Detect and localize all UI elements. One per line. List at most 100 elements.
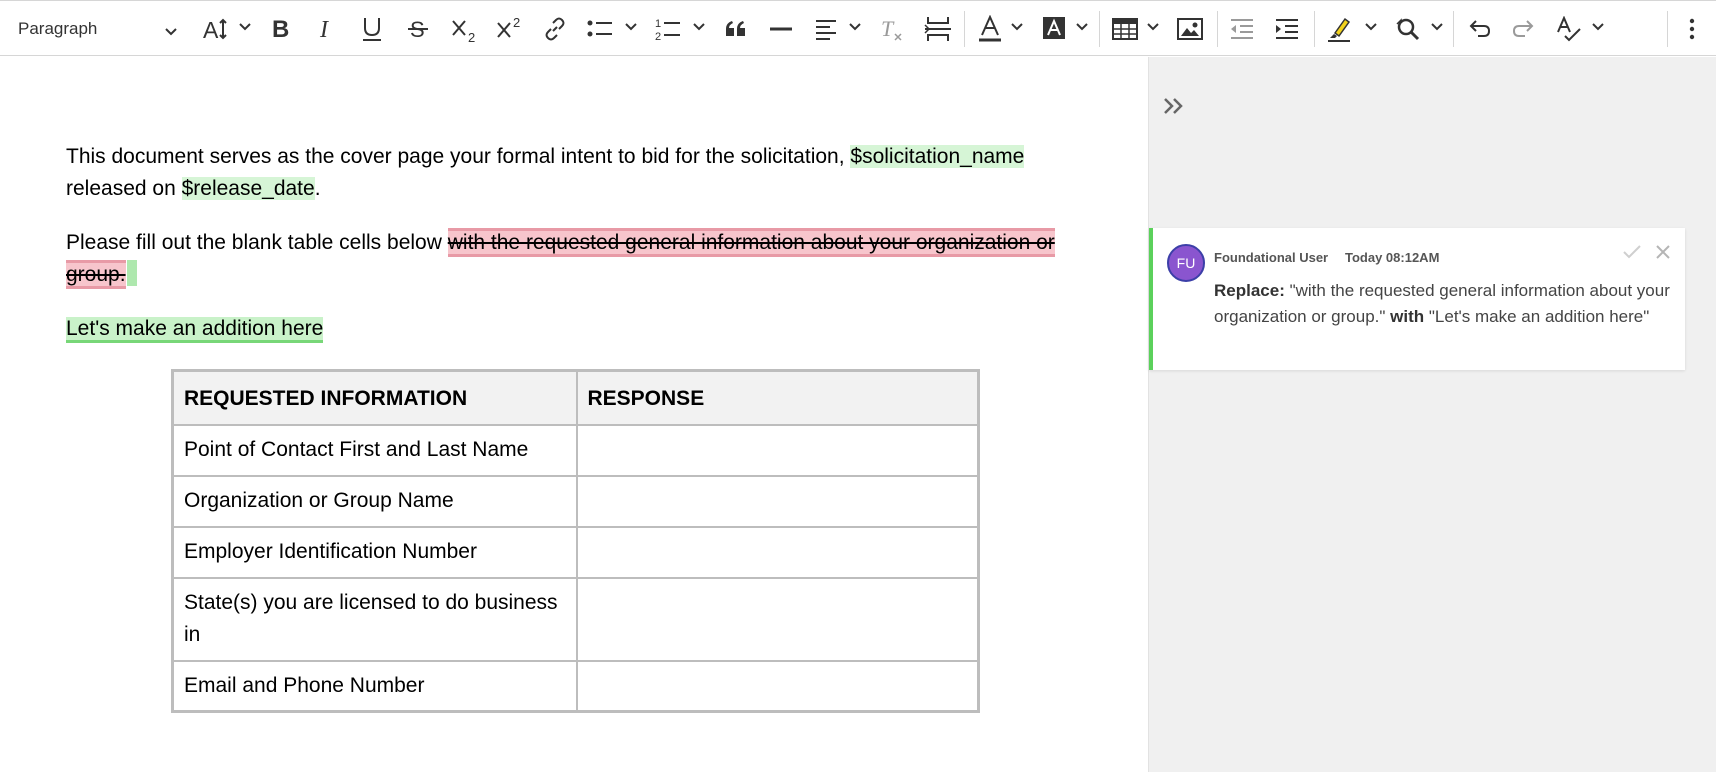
track-changes-button[interactable] [1554, 9, 1584, 49]
redo-button[interactable] [1509, 9, 1539, 49]
chevron-down-icon [1591, 20, 1605, 38]
svg-text:A: A [203, 17, 219, 42]
paragraph-style-dropdown[interactable]: Paragraph [8, 9, 184, 49]
intro-text: . [314, 177, 321, 200]
bold-button[interactable]: B [266, 9, 296, 49]
more-vertical-icon [1688, 17, 1696, 41]
horizontal-line-button[interactable] [765, 9, 797, 49]
response-cell[interactable] [575, 576, 980, 662]
image-icon [1177, 17, 1203, 41]
double-chevron-right-icon [1162, 95, 1186, 122]
svg-text:I: I [319, 17, 329, 42]
suggestion-new-text: "Let's make an addition here" [1424, 307, 1650, 326]
svg-text:T: T [881, 16, 895, 41]
block-quote-button[interactable] [721, 9, 751, 49]
checkmark-icon [1622, 244, 1642, 265]
subscript-icon: 2 [450, 15, 480, 43]
document-editor[interactable]: This document serves as the cover page y… [0, 57, 1148, 772]
paragraph-instructions: Please fill out the blank table cells be… [66, 227, 1086, 291]
chevron-down-icon [692, 20, 706, 38]
underline-icon [360, 15, 384, 43]
highlight-button[interactable] [1324, 9, 1354, 49]
table-row: Email and Phone Number [171, 659, 980, 713]
spellcheck-icon [1556, 16, 1582, 42]
response-cell[interactable] [575, 659, 980, 713]
collapse-sidebar-button[interactable] [1159, 93, 1189, 123]
table-header-cell[interactable]: REQUESTED INFORMATION [171, 369, 578, 426]
table-cell[interactable]: Employer Identification Number [171, 525, 578, 579]
highlight-dropdown[interactable] [1364, 9, 1378, 49]
font-background-color-button[interactable] [1039, 9, 1069, 49]
italic-button[interactable]: I [311, 9, 341, 49]
avatar: FU [1167, 244, 1205, 282]
intro-text: released on [66, 177, 182, 200]
undo-icon [1466, 18, 1492, 40]
discard-suggestion-button[interactable] [1651, 242, 1675, 266]
response-cell[interactable] [575, 423, 980, 477]
superscript-icon: 2 [495, 15, 525, 43]
text-size-icon: A [202, 16, 232, 42]
strikethrough-icon: S [406, 16, 430, 42]
insert-image-button[interactable] [1174, 9, 1206, 49]
font-background-icon [1042, 16, 1066, 42]
page-break-button[interactable] [922, 9, 954, 49]
suggestion-timestamp: Today 08:12AM [1345, 250, 1440, 265]
instructions-text: Please fill out the blank table cells be… [66, 231, 448, 254]
table-cell[interactable]: Organization or Group Name [171, 474, 578, 528]
document-content[interactable]: This document serves as the cover page y… [66, 141, 1086, 367]
outdent-button[interactable] [1227, 9, 1257, 49]
response-cell[interactable] [575, 525, 980, 579]
numbered-list-dropdown[interactable] [692, 9, 706, 49]
undo-button[interactable] [1464, 9, 1494, 49]
remove-format-icon: T [878, 16, 904, 42]
solicitation-name-variable: $solicitation_name [850, 145, 1025, 168]
track-changes-dropdown[interactable] [1591, 9, 1605, 49]
insert-table-button[interactable] [1110, 9, 1140, 49]
underline-button[interactable] [357, 9, 387, 49]
svg-text:1: 1 [655, 18, 661, 30]
bulleted-list-dropdown[interactable] [624, 9, 638, 49]
table-cell[interactable]: State(s) you are licensed to do business… [171, 576, 578, 662]
svg-text:B: B [272, 16, 289, 42]
link-button[interactable] [540, 9, 570, 49]
remove-format-button[interactable]: T [876, 9, 906, 49]
paragraph-insertion: Let's make an addition here [66, 313, 1086, 345]
table-header-cell[interactable]: RESPONSE [575, 369, 980, 426]
table-cell[interactable]: Point of Contact First and Last Name [171, 423, 578, 477]
table-row: Organization or Group Name [171, 474, 980, 528]
response-cell[interactable] [575, 474, 980, 528]
text-alignment-button[interactable] [811, 9, 841, 49]
chevron-down-icon [1430, 20, 1444, 38]
table-header-row: REQUESTED INFORMATION RESPONSE [171, 369, 980, 426]
numbered-list-button[interactable]: 12 [652, 9, 684, 49]
find-replace-dropdown[interactable] [1430, 9, 1444, 49]
find-replace-button[interactable] [1392, 9, 1424, 49]
align-left-icon [814, 18, 838, 40]
page-break-icon [924, 15, 952, 43]
svg-text:2: 2 [468, 30, 475, 43]
superscript-button[interactable]: 2 [494, 9, 526, 49]
text-size-dropdown[interactable] [238, 9, 252, 49]
strikethrough-button[interactable]: S [403, 9, 433, 49]
toolbar-separator [1217, 11, 1218, 47]
font-color-dropdown[interactable] [1010, 9, 1024, 49]
font-background-color-dropdown[interactable] [1075, 9, 1089, 49]
paragraph-style-label: Paragraph [18, 19, 98, 38]
table-cell[interactable]: Email and Phone Number [171, 659, 578, 713]
indent-button[interactable] [1272, 9, 1302, 49]
text-size-button[interactable]: A [200, 9, 234, 49]
accept-suggestion-button[interactable] [1620, 242, 1644, 266]
suggested-insertion[interactable]: Let's make an addition here [66, 317, 324, 343]
font-color-button[interactable] [975, 9, 1005, 49]
more-options-button[interactable] [1680, 9, 1704, 49]
bulleted-list-button[interactable] [584, 9, 616, 49]
chevron-down-icon [164, 23, 178, 43]
requested-information-table: REQUESTED INFORMATION RESPONSE Point of … [171, 369, 980, 713]
text-alignment-dropdown[interactable] [848, 9, 862, 49]
italic-icon: I [316, 16, 336, 42]
insert-table-dropdown[interactable] [1146, 9, 1160, 49]
toolbar-separator [1667, 11, 1668, 47]
suggestion-card[interactable]: FU Foundational User Today 08:12AM Repla… [1149, 228, 1685, 370]
subscript-button[interactable]: 2 [449, 9, 481, 49]
toolbar-separator [1453, 11, 1454, 47]
